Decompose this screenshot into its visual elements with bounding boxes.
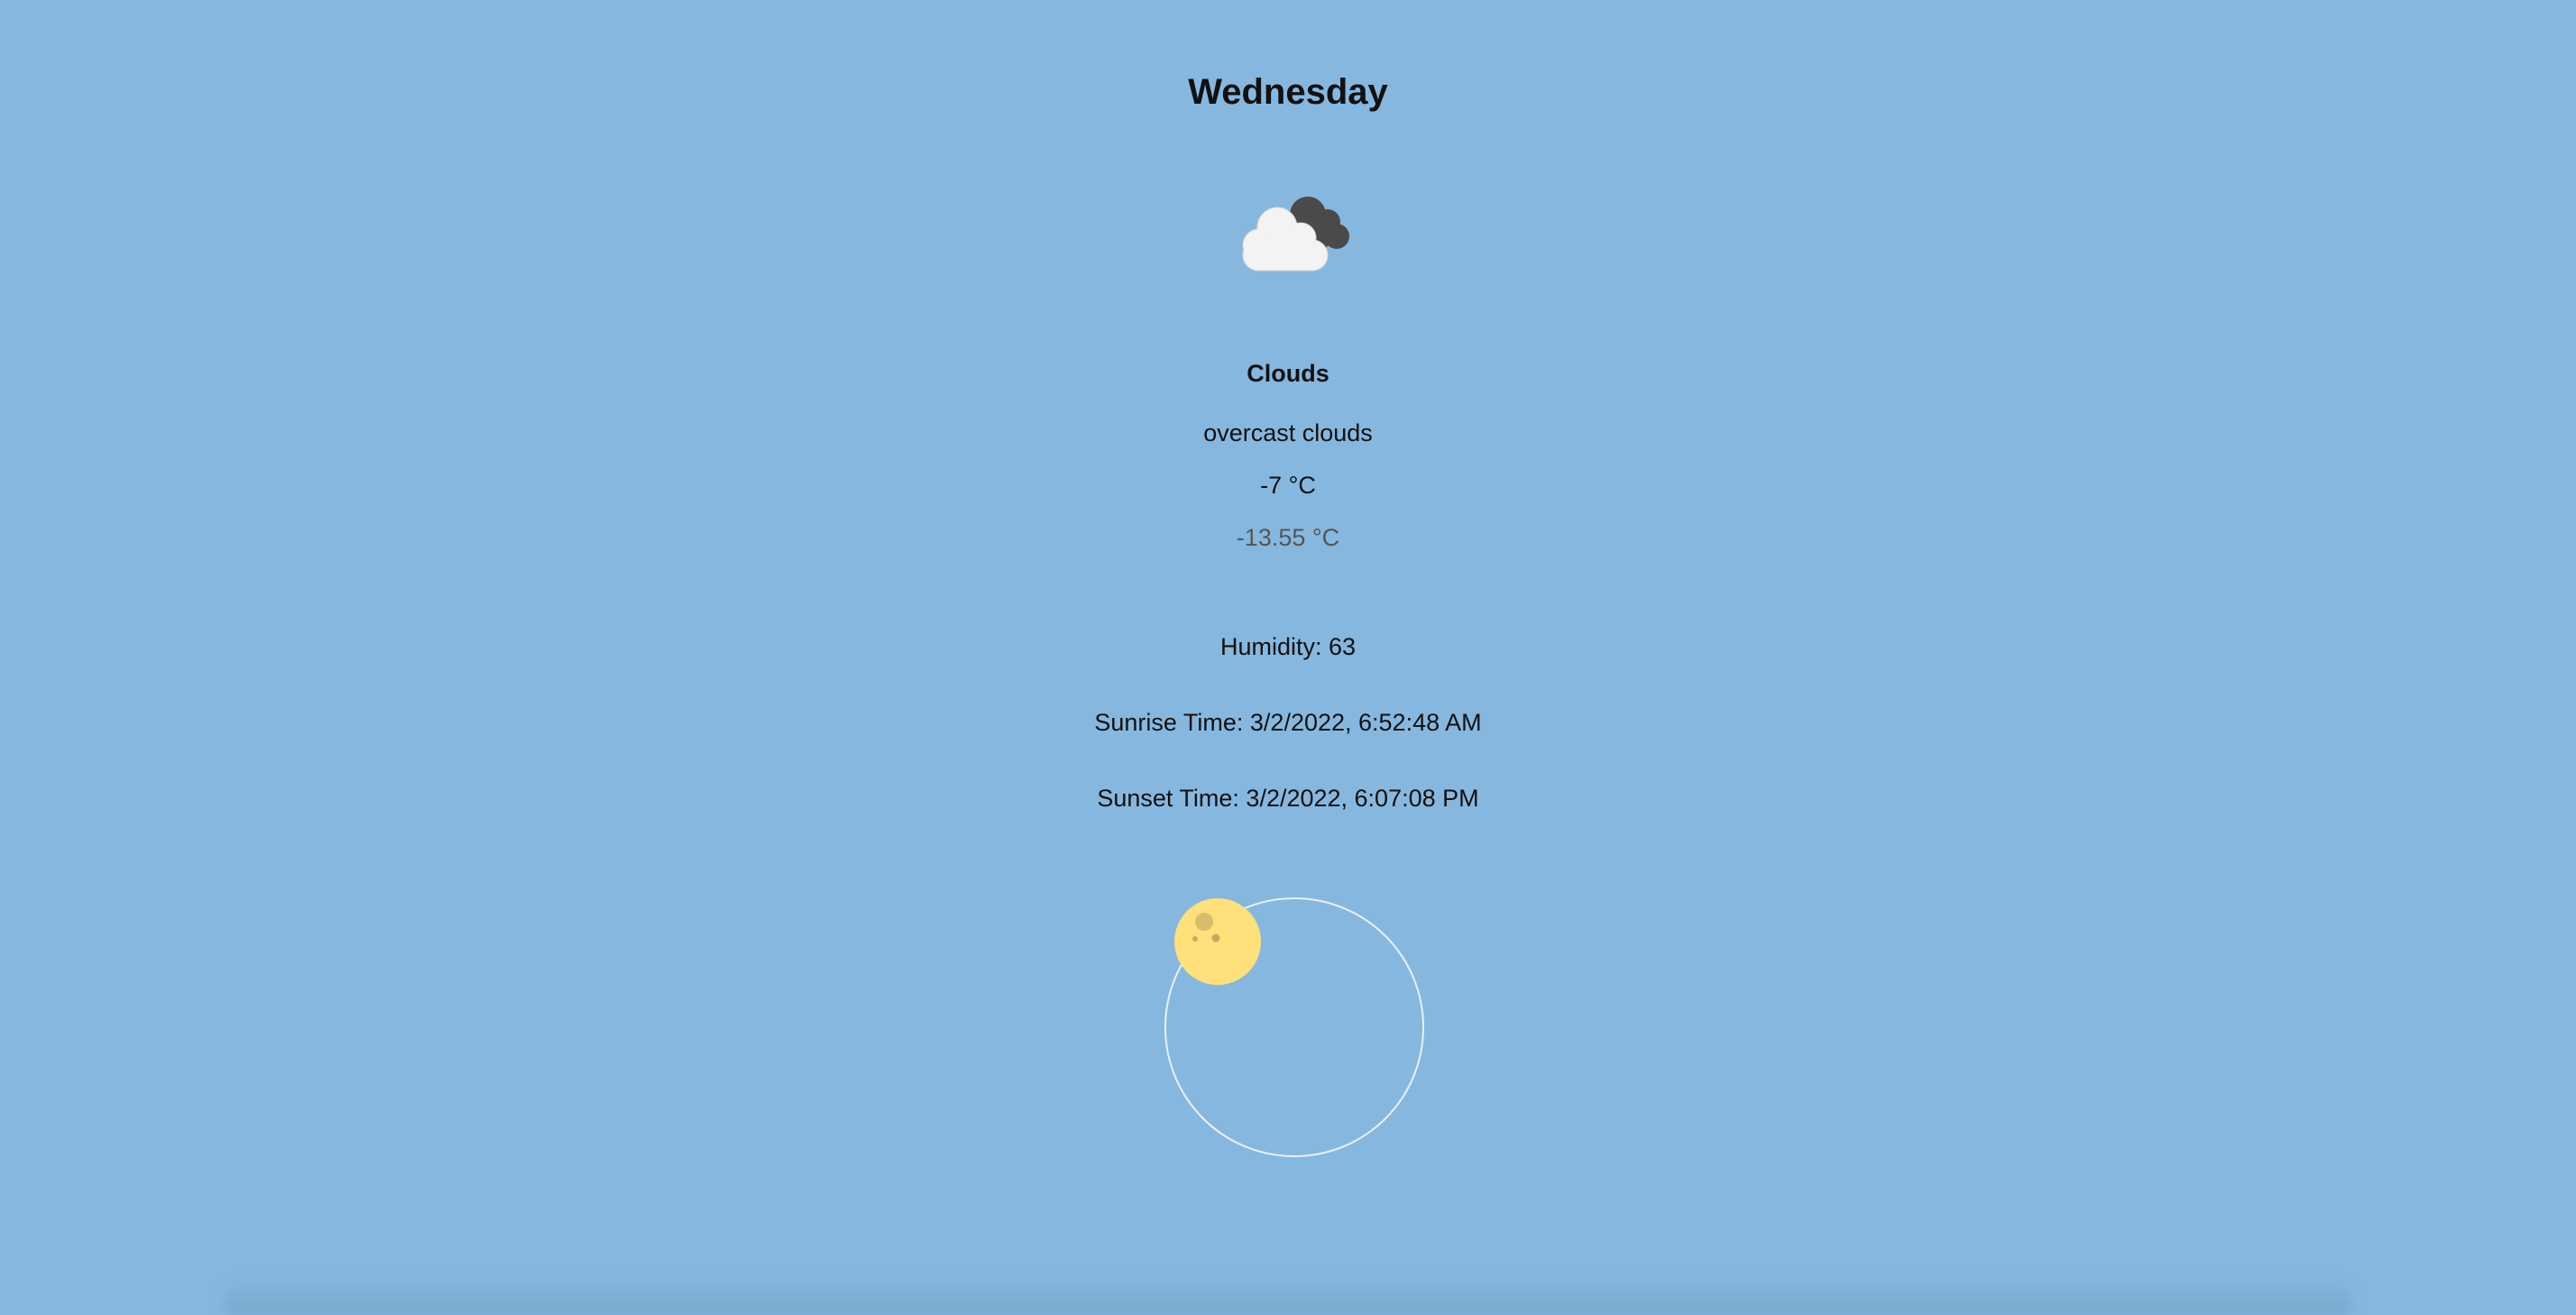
weather-main: Clouds [1247,360,1329,387]
sun-orbit [1164,897,1425,1158]
sun-icon [1174,898,1261,985]
temperature: -7 °C [1260,472,1316,499]
feels-like-temperature: -13.55 °C [1236,524,1340,551]
sunset-time: Sunset Time: 3/2/2022, 6:07:08 PM [1097,785,1479,812]
bottom-shadow [225,1279,2351,1315]
weather-page: Wednesday Clouds overcast clouds -7 °C -… [0,0,2576,1315]
day-title: Wednesday [1188,72,1388,112]
overcast-clouds-icon [1227,180,1362,280]
humidity: Humidity: 63 [1219,633,1357,660]
sunrise-time: Sunrise Time: 3/2/2022, 6:52:48 AM [1094,709,1482,736]
weather-description: overcast clouds [1203,419,1373,446]
